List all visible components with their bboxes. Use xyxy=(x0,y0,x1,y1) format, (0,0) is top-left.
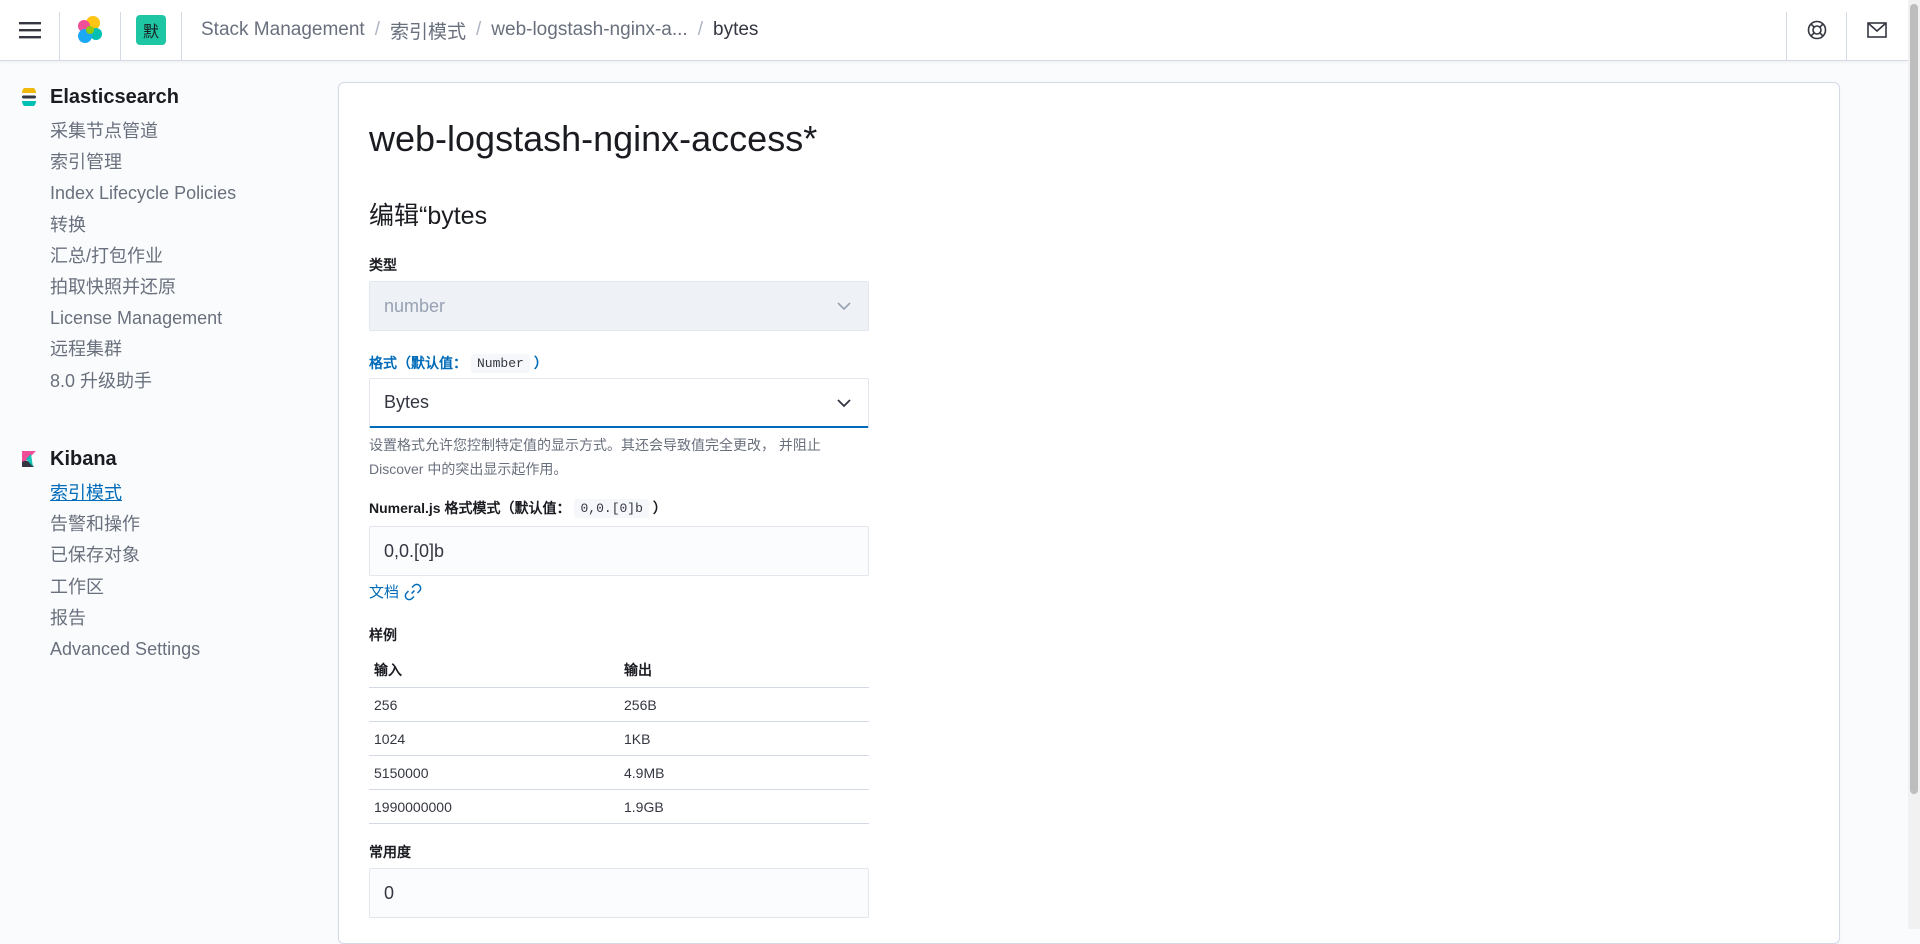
numeral-pattern-value: 0,0.[0]b xyxy=(384,540,445,561)
docs-link[interactable]: 文档 xyxy=(369,581,423,602)
sample-output-cell: 1.9GB xyxy=(619,789,869,824)
popularity-label: 常用度 xyxy=(369,844,411,860)
nav-group-title: Kibana xyxy=(20,444,200,474)
breadcrumb-current-field: bytes xyxy=(713,19,759,40)
nav-group-label: Kibana xyxy=(50,447,117,470)
samples-table: 输入 输出 256 256B 1024 1KB 5150000 4.9MB 19… xyxy=(369,653,869,824)
sidebar-item-snapshot-restore[interactable]: 拍取快照并还原 xyxy=(20,272,236,303)
space-selector-button[interactable]: 默 xyxy=(121,0,181,60)
numeral-label-text: Numeral.js 格式模式（默认值： xyxy=(369,500,571,516)
sidebar-item-transforms[interactable]: 转换 xyxy=(20,210,236,241)
nav-group-kibana: Kibana 索引模式 告警和操作 已保存对象 工作区 报告 Advanced … xyxy=(20,444,200,665)
elastic-logo-button[interactable] xyxy=(60,0,120,60)
sidebar-item-index-patterns[interactable]: 索引模式 xyxy=(20,478,200,509)
nav-group-label: Elasticsearch xyxy=(50,85,179,108)
format-label: 格式（默认值： Number ） xyxy=(369,353,548,373)
help-lifebuoy-icon xyxy=(1807,20,1826,40)
sample-input-cell: 1024 xyxy=(369,721,619,756)
sidebar-item-saved-objects[interactable]: 已保存对象 xyxy=(20,540,200,571)
chevron-down-icon xyxy=(837,398,851,407)
table-row: 256 256B xyxy=(369,687,869,722)
sidebar-item-ingest-pipelines[interactable]: 采集节点管道 xyxy=(20,116,236,147)
nav-group-title: Elasticsearch xyxy=(20,82,236,112)
column-header-output: 输出 xyxy=(619,653,869,688)
sample-input-cell: 5150000 xyxy=(369,755,619,790)
numeral-pattern-label: Numeral.js 格式模式（默认值： 0,0.[0]b ） xyxy=(369,498,667,518)
breadcrumb-stack-management[interactable]: Stack Management xyxy=(201,19,365,41)
type-select-value: number xyxy=(384,295,446,316)
numeral-default-code: 0,0.[0]b xyxy=(574,498,649,518)
type-label: 类型 xyxy=(369,257,397,273)
format-help-text: 设置格式允许您控制特定值的显示方式。其还会导致值完全更改， 并阻止 Discov… xyxy=(369,437,821,477)
hamburger-menu-icon xyxy=(18,22,41,39)
numeral-label-end: ） xyxy=(652,500,667,516)
breadcrumb-index-pattern[interactable]: web-logstash-nginx-a... xyxy=(491,19,687,41)
format-select-value: Bytes xyxy=(384,392,430,412)
popularity-input[interactable]: 0 xyxy=(369,868,869,918)
newsfeed-button[interactable] xyxy=(1847,0,1906,60)
header-divider xyxy=(181,12,182,60)
section-title: 编辑“bytes xyxy=(369,202,488,230)
column-header-input: 输入 xyxy=(369,653,619,688)
mail-icon xyxy=(1866,22,1887,38)
space-avatar: 默 xyxy=(136,15,166,45)
format-default-code: Number xyxy=(471,353,530,373)
sample-output-cell: 256B xyxy=(619,687,869,722)
breadcrumb: Stack Management / 索引模式 / web-logstash-n… xyxy=(201,0,758,60)
sample-output-cell: 1KB xyxy=(619,721,869,756)
sidebar-item-advanced-settings[interactable]: Advanced Settings xyxy=(20,634,200,665)
elasticsearch-logo-icon xyxy=(22,88,36,106)
breadcrumb-index-patterns[interactable]: 索引模式 xyxy=(390,17,466,44)
format-select[interactable]: Bytes xyxy=(369,378,869,428)
sidebar-item-reporting[interactable]: 报告 xyxy=(20,603,200,634)
kibana-logo-icon xyxy=(22,451,36,467)
sample-input-cell: 256 xyxy=(369,687,619,722)
format-label-text: 格式（默认值： xyxy=(369,355,467,371)
breadcrumb-separator: / xyxy=(476,19,482,40)
popularity-value: 0 xyxy=(384,882,395,903)
type-select: number xyxy=(369,281,869,331)
scrollbar-thumb[interactable] xyxy=(1910,4,1918,794)
nav-group-elasticsearch: Elasticsearch 采集节点管道 索引管理 Index Lifecycl… xyxy=(20,82,236,397)
numeral-pattern-input[interactable]: 0,0.[0]b xyxy=(369,526,869,576)
table-row: 5150000 4.9MB xyxy=(369,755,869,790)
page-scrollbar[interactable] xyxy=(1908,0,1920,929)
sidebar-item-rollup-jobs[interactable]: 汇总/打包作业 xyxy=(20,241,236,272)
menu-button[interactable] xyxy=(0,0,59,60)
sidebar-item-license-management[interactable]: License Management xyxy=(20,303,236,334)
format-label-end: ） xyxy=(533,355,548,371)
help-button[interactable] xyxy=(1787,0,1846,60)
top-header: 默 Stack Management / 索引模式 / web-logstash… xyxy=(0,0,1908,61)
table-row: 1024 1KB xyxy=(369,721,869,756)
sidebar-item-upgrade-assistant[interactable]: 8.0 升级助手 xyxy=(20,366,236,397)
sidebar-item-alerts-actions[interactable]: 告警和操作 xyxy=(20,509,200,540)
sidebar-item-remote-clusters[interactable]: 远程集群 xyxy=(20,334,236,365)
link-icon xyxy=(404,583,422,600)
breadcrumb-separator: / xyxy=(374,19,380,40)
sidebar-item-workspaces[interactable]: 工作区 xyxy=(20,572,200,603)
breadcrumb-separator: / xyxy=(697,19,703,40)
sample-input-cell: 1990000000 xyxy=(369,789,619,824)
sidebar-item-ilm[interactable]: Index Lifecycle Policies xyxy=(20,178,236,209)
samples-title: 样例 xyxy=(369,627,397,643)
elastic-logo-icon xyxy=(78,16,102,43)
docs-link-label: 文档 xyxy=(369,584,400,601)
table-row: 1990000000 1.9GB xyxy=(369,789,869,824)
page-title: web-logstash-nginx-access* xyxy=(369,118,818,159)
chevron-down-icon xyxy=(837,302,851,311)
sidebar-item-index-management[interactable]: 索引管理 xyxy=(20,147,236,178)
table-header-row: 输入 输出 xyxy=(369,653,869,688)
sample-output-cell: 4.9MB xyxy=(619,755,869,790)
